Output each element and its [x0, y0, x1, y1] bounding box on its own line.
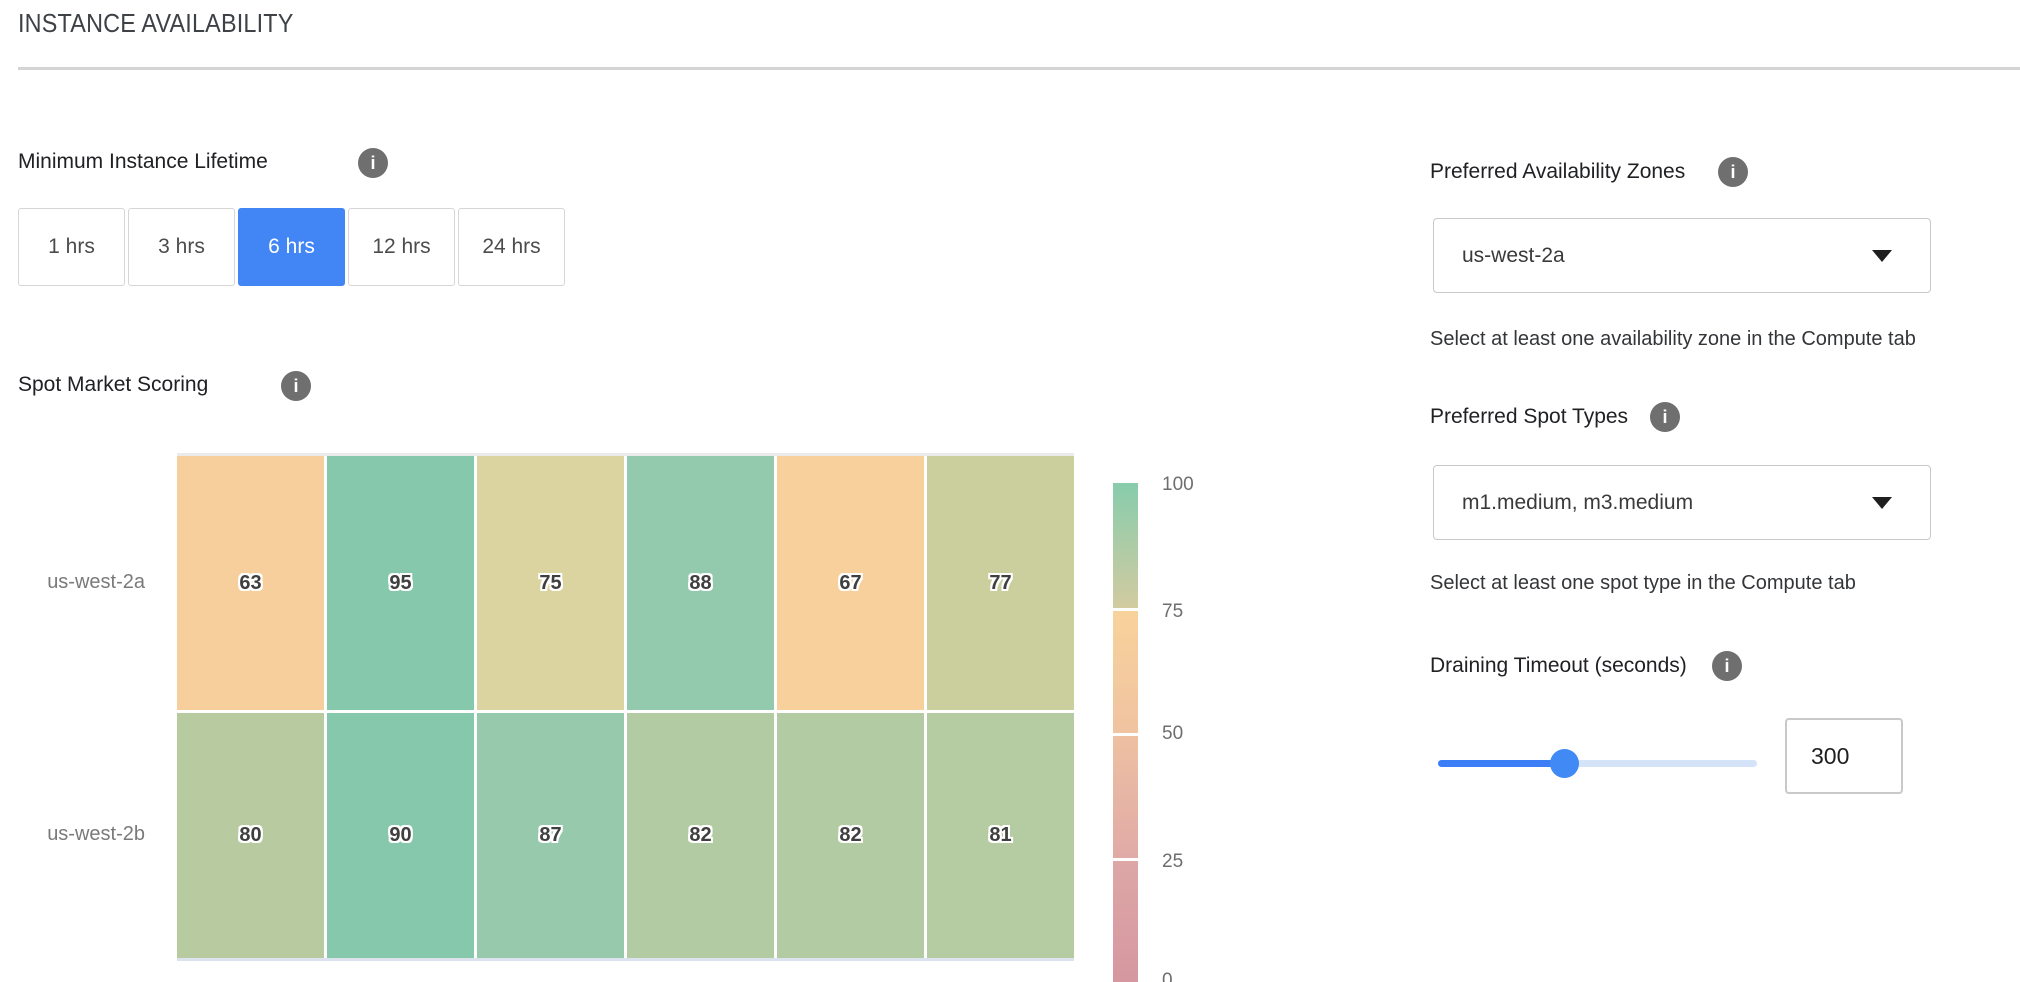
info-icon[interactable]: i [281, 371, 311, 401]
heatmap-cell[interactable]: 95 [327, 456, 474, 710]
colorbar-segment-50-25 [1113, 736, 1138, 858]
heatmap-cell[interactable]: 75 [477, 456, 624, 710]
draining-timeout-input[interactable] [1785, 718, 1903, 794]
heatmap-cell[interactable]: 67 [777, 456, 924, 710]
slider-fill [1438, 760, 1564, 767]
colorbar-tick-0: 0 [1162, 970, 1222, 982]
preferred-spot-types-label: Preferred Spot Types [1430, 405, 1628, 429]
heatmap-row-label-us-west-2a: us-west-2a [15, 571, 145, 594]
heatmap-cell[interactable]: 80 [177, 713, 324, 958]
colorbar-segment-100-75 [1113, 483, 1138, 608]
preferred-availability-zones-label: Preferred Availability Zones [1430, 160, 1685, 184]
colorbar-tick-100: 100 [1162, 474, 1222, 496]
draining-timeout-slider[interactable] [1438, 760, 1757, 767]
lifetime-option-12hrs[interactable]: 12 hrs [348, 208, 455, 286]
info-icon[interactable]: i [1712, 651, 1742, 681]
spot-types-dropdown-value: m1.medium, m3.medium [1462, 491, 1872, 515]
colorbar-tick-25: 25 [1162, 851, 1222, 873]
chevron-down-icon [1872, 250, 1892, 262]
lifetime-button-group: 1 hrs 3 hrs 6 hrs 12 hrs 24 hrs [18, 208, 565, 286]
page-title: INSTANCE AVAILABILITY [18, 8, 294, 39]
lifetime-option-3hrs[interactable]: 3 hrs [128, 208, 235, 286]
info-icon[interactable]: i [1718, 157, 1748, 187]
heatmap-row: 80 90 87 82 82 81 [177, 713, 1074, 958]
chevron-down-icon [1872, 497, 1892, 509]
info-icon[interactable]: i [1650, 402, 1680, 432]
heatmap-row: 63 95 75 88 67 77 [177, 456, 1074, 710]
availability-zones-dropdown-value: us-west-2a [1462, 244, 1872, 268]
heatmap-cell[interactable]: 88 [627, 456, 774, 710]
heatmap-cell[interactable]: 87 [477, 713, 624, 958]
lifetime-option-6hrs[interactable]: 6 hrs [238, 208, 345, 286]
spot-types-helper-text: Select at least one spot type in the Com… [1430, 572, 1856, 595]
draining-timeout-label: Draining Timeout (seconds) [1430, 654, 1687, 678]
minimum-instance-lifetime-label: Minimum Instance Lifetime [18, 150, 268, 174]
heatmap-cell[interactable]: 77 [927, 456, 1074, 710]
info-icon[interactable]: i [358, 148, 388, 178]
colorbar-tick-50: 50 [1162, 723, 1222, 745]
spot-types-dropdown[interactable]: m1.medium, m3.medium [1433, 465, 1931, 540]
colorbar-segment-25-0 [1113, 861, 1138, 982]
header-divider [18, 67, 2020, 70]
availability-zones-helper-text: Select at least one availability zone in… [1430, 328, 1916, 351]
lifetime-option-24hrs[interactable]: 24 hrs [458, 208, 565, 286]
colorbar-tick-75: 75 [1162, 601, 1222, 623]
availability-zones-dropdown[interactable]: us-west-2a [1433, 218, 1931, 293]
heatmap-row-label-us-west-2b: us-west-2b [15, 823, 145, 846]
spot-market-scoring-label: Spot Market Scoring [18, 373, 208, 397]
heatmap-cell[interactable]: 90 [327, 713, 474, 958]
heatmap-cell[interactable]: 63 [177, 456, 324, 710]
instance-availability-panel: INSTANCE AVAILABILITY Minimum Instance L… [0, 0, 2020, 982]
heatmap-cell[interactable]: 82 [627, 713, 774, 958]
colorbar-segment-75-50 [1113, 611, 1138, 733]
lifetime-option-1hrs[interactable]: 1 hrs [18, 208, 125, 286]
slider-thumb[interactable] [1550, 749, 1579, 778]
spot-market-scoring-heatmap: 63 95 75 88 67 77 80 90 87 82 82 81 [177, 453, 1074, 961]
heatmap-cell[interactable]: 81 [927, 713, 1074, 958]
heatmap-cell[interactable]: 82 [777, 713, 924, 958]
